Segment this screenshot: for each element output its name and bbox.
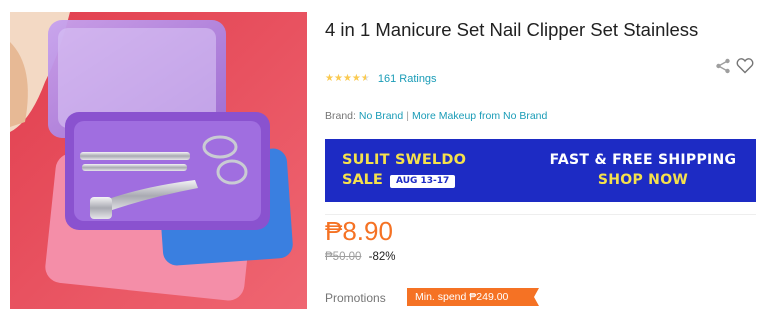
star-icon: ★ xyxy=(325,73,334,84)
promo-banner[interactable]: SULIT SWELDO SALE AUG 13-17 FAST & FREE … xyxy=(325,139,756,202)
more-from-brand-link[interactable]: More Makeup from No Brand xyxy=(412,110,547,122)
brand-row: Brand: No Brand | More Makeup from No Bran… xyxy=(325,110,547,122)
banner-title-line2: SALE xyxy=(342,172,383,188)
banner-shipping-text: FAST & FREE SHIPPING xyxy=(549,152,737,168)
heart-icon[interactable] xyxy=(736,57,754,74)
star-icon: ★ xyxy=(342,73,352,84)
star-icon: ★ xyxy=(333,73,343,84)
share-icon[interactable] xyxy=(715,58,731,74)
banner-shop-now[interactable]: SHOP NOW xyxy=(543,172,743,188)
brand-link[interactable]: No Brand xyxy=(359,110,403,122)
original-price: ₱50.00 xyxy=(325,251,362,263)
star-icon: ★ xyxy=(351,73,361,84)
current-price: ₱8.90 xyxy=(325,216,393,246)
banner-dates-badge: AUG 13-17 xyxy=(390,175,456,188)
tag-notch-icon xyxy=(529,288,539,306)
product-photo-graphic xyxy=(10,12,307,309)
divider xyxy=(325,214,756,215)
half-star-icon: ★ xyxy=(360,73,370,84)
promotion-tag-text: Min. spend ₱249.00 xyxy=(407,288,529,306)
banner-title-line1: SULIT SWELDO xyxy=(342,152,467,168)
product-detail-panel: 4 in 1 Manicure Set Nail Clipper Set Sta… xyxy=(0,0,764,325)
product-image[interactable] xyxy=(10,12,307,309)
rating-row[interactable]: ★ ★ ★ ★ ★ 161 Ratings xyxy=(325,72,437,86)
rating-stars: ★ ★ ★ ★ ★ xyxy=(325,73,370,85)
ratings-count-link[interactable]: 161 Ratings xyxy=(378,73,437,85)
original-price-row: ₱50.00 -82% xyxy=(325,251,396,263)
promotions-label: Promotions xyxy=(325,291,386,305)
discount-percent: -82% xyxy=(368,251,396,263)
product-title: 4 in 1 Manicure Set Nail Clipper Set Sta… xyxy=(325,19,699,40)
brand-label: Brand: xyxy=(325,110,356,122)
brand-separator: | xyxy=(406,110,409,122)
